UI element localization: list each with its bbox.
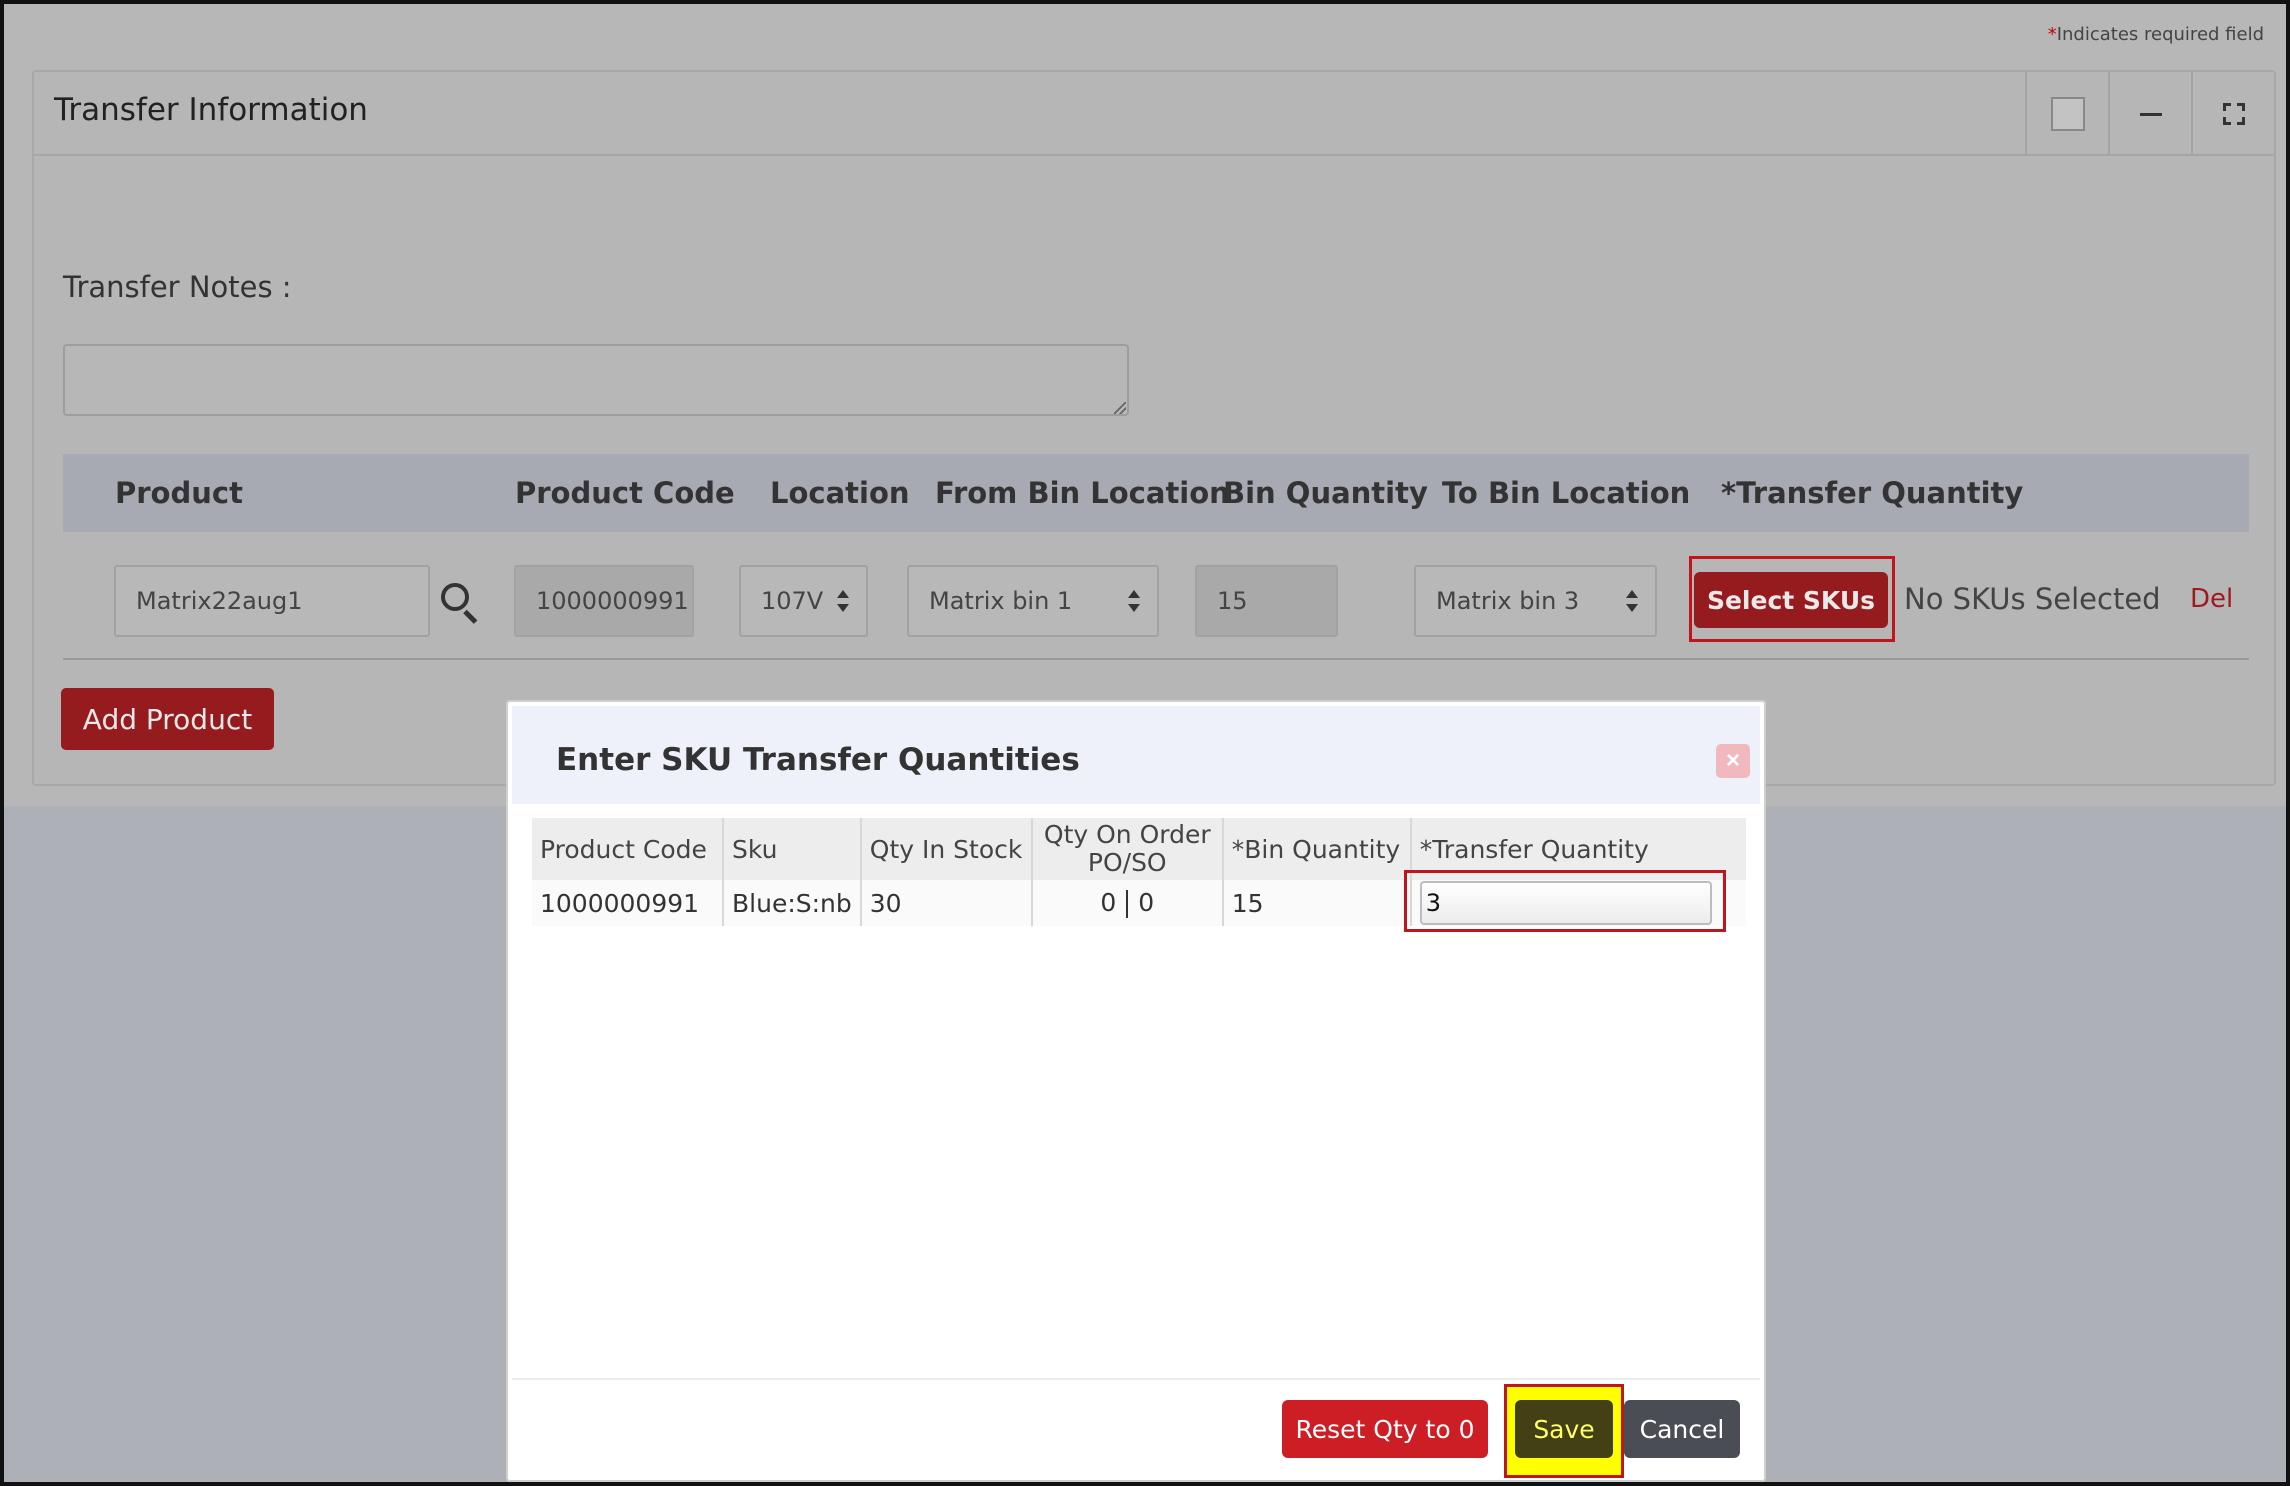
bin-quantity-field: 15 [1195, 565, 1338, 637]
divider [1126, 890, 1129, 918]
product-table-header: Product Product Code Location From Bin L… [63, 454, 2249, 532]
square-icon [2050, 97, 2085, 131]
reset-qty-button[interactable]: Reset Qty to 0 [1282, 1400, 1488, 1458]
header-to-bin-location: To Bin Location [1442, 476, 1691, 510]
modal-title: Enter SKU Transfer Quantities [556, 742, 1080, 778]
panel-fullscreen-button[interactable] [2191, 72, 2274, 156]
sku-cell-bin-quantity: 15 [1222, 880, 1412, 926]
transfer-notes-input[interactable] [63, 344, 1129, 416]
close-icon[interactable]: × [1716, 744, 1750, 778]
sku-header-bin-quantity: *Bin Quantity [1222, 818, 1412, 880]
sku-header-sku: Sku [723, 818, 862, 880]
panel-header: Transfer Information [34, 72, 2274, 156]
sku-header-qty-on-order-line2: PO/SO [1087, 848, 1167, 877]
sku-status-text: No SKUs Selected [1904, 582, 2161, 616]
select-arrows-icon [836, 590, 850, 612]
required-field-note: *Indicates required field [2048, 24, 2264, 45]
delete-row-link[interactable]: Del [2190, 584, 2233, 614]
select-arrows-icon [1625, 590, 1639, 612]
cancel-button[interactable]: Cancel [1624, 1400, 1740, 1458]
select-arrows-icon [1127, 590, 1141, 612]
from-bin-value: Matrix bin 1 [929, 587, 1073, 615]
textarea-resize-handle[interactable] [1114, 402, 1126, 414]
panel-checkbox-button[interactable] [2025, 72, 2108, 156]
required-star: * [2047, 24, 2057, 45]
qty-on-order-so: 0 [1138, 888, 1155, 917]
required-note-text: Indicates required field [2056, 24, 2264, 45]
add-product-button[interactable]: Add Product [61, 688, 274, 750]
search-icon[interactable] [439, 581, 481, 624]
location-value: 107V [761, 587, 824, 615]
expand-icon [2222, 103, 2245, 125]
to-bin-select[interactable]: Matrix bin 3 [1414, 565, 1657, 637]
header-product-code: Product Code [515, 476, 735, 510]
qty-on-order-po: 0 [1100, 888, 1117, 917]
sku-header-qty-in-stock: Qty In Stock [860, 818, 1033, 880]
transfer-quantity-highlight [1404, 870, 1726, 932]
select-skus-button[interactable]: Select SKUs [1694, 572, 1888, 628]
header-product: Product [115, 476, 243, 510]
header-location: Location [770, 476, 910, 510]
product-input[interactable]: Matrix22aug1 [114, 565, 430, 637]
product-code-field: 1000000991 [514, 565, 694, 637]
panel-title: Transfer Information [54, 92, 368, 128]
sku-cell-product-code: 1000000991 [532, 880, 724, 926]
header-transfer-quantity: *Transfer Quantity [1721, 476, 2024, 510]
panel-minimize-button[interactable] [2108, 72, 2191, 156]
header-from-bin-location: From Bin Location [935, 476, 1230, 510]
page-background: *Indicates required field Transfer Infor… [4, 4, 2286, 806]
transfer-information-panel: Transfer Information Transfer Notes : Pr… [32, 70, 2276, 786]
sku-header-product-code: Product Code [532, 818, 724, 880]
sku-cell-sku: Blue:S:nb [723, 880, 862, 926]
sku-cell-qty-in-stock: 30 [860, 880, 1033, 926]
sku-header-qty-on-order: Qty On Order PO/SO [1031, 818, 1224, 880]
transfer-notes-label: Transfer Notes : [63, 270, 292, 304]
save-button[interactable]: Save [1515, 1400, 1613, 1458]
modal-header: Enter SKU Transfer Quantities × [512, 706, 1760, 804]
modal-footer: Reset Qty to 0 Save Cancel [512, 1378, 1760, 1480]
sku-transfer-modal: Enter SKU Transfer Quantities × Product … [506, 700, 1766, 1482]
sku-cell-qty-on-order: 00 [1031, 880, 1224, 926]
minimize-icon [2139, 112, 2162, 116]
header-bin-quantity: Bin Quantity [1223, 476, 1428, 510]
from-bin-select[interactable]: Matrix bin 1 [907, 565, 1159, 637]
sku-header-qty-on-order-line1: Qty On Order [1043, 820, 1211, 849]
location-select[interactable]: 107V [739, 565, 868, 637]
to-bin-value: Matrix bin 3 [1436, 587, 1580, 615]
